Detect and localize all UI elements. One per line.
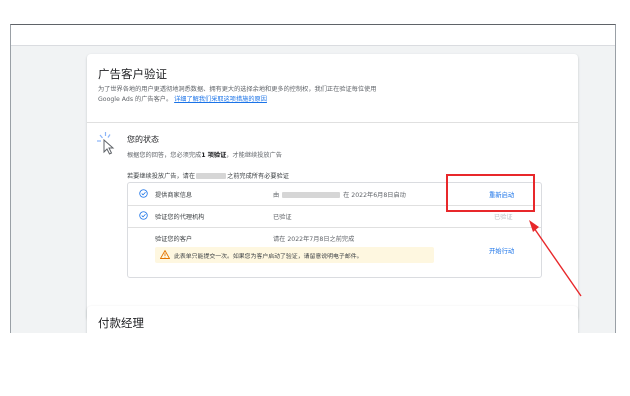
warning-banner: 此表单只能提交一次。如果您为客户启动了验证，请留意说明电子邮件。 [155,247,434,263]
top-bar [11,25,615,46]
task-status: 已验证 [273,214,292,221]
row-divider [128,227,541,228]
check-circle-icon [139,211,148,220]
deadline-post: 之前完成所有必要验证 [227,173,289,180]
task-name: 验证您的代理机构 [155,214,205,221]
verification-title: 广告客户验证 [98,67,167,81]
learn-more-link[interactable]: 详细了解我们采取这项措施的原因 [174,96,267,103]
payments-manager-card: 付款经理 [87,306,578,333]
redacted-name [282,192,341,198]
status-desc-pre: 根据您的回答，您必须完成 [127,152,202,159]
status-title: 您的状态 [127,135,159,144]
warning-text: 此表单只能提交一次。如果您为客户启动了验证，请留意说明电子邮件。 [174,254,363,260]
start-action-button[interactable]: 开始行动 [489,246,514,255]
task-name: 验证您的客户 [155,236,193,243]
annotation-highlight-box [446,174,535,212]
status-desc-bold: 1 项验证 [201,152,227,159]
cursor-sparkle-icon [97,132,115,155]
section-divider [87,122,578,123]
redacted-date [196,173,227,179]
check-circle-icon [139,189,148,198]
task-status-pre: 由 [273,192,280,199]
task-name: 提供商家信息 [155,192,193,199]
status-description: 根据您的回答，您必须完成1 项验证，才能继续投放广告 [127,150,282,159]
deadline-pre: 若要继续投放广告，请在 [127,173,196,180]
deadline-text: 若要继续投放广告，请在 之前完成所有必要验证 [127,171,289,180]
verification-description: 为了世界各地的用户更透彻地洞悉数据、拥有更大的选择余地和更多的控制权，我们正在验… [98,85,398,105]
status-desc-post: ，才能继续投放广告 [226,152,282,159]
task-status: 请在 2022年7月8日之前完成 [273,236,355,243]
task-status: 由 在 2022年6月8日启动 [273,190,406,199]
payments-title: 付款经理 [98,316,144,330]
verified-button: 已验证 [494,214,513,221]
task-status-post: 在 2022年6月8日启动 [343,192,406,199]
warning-triangle-icon [160,250,170,259]
